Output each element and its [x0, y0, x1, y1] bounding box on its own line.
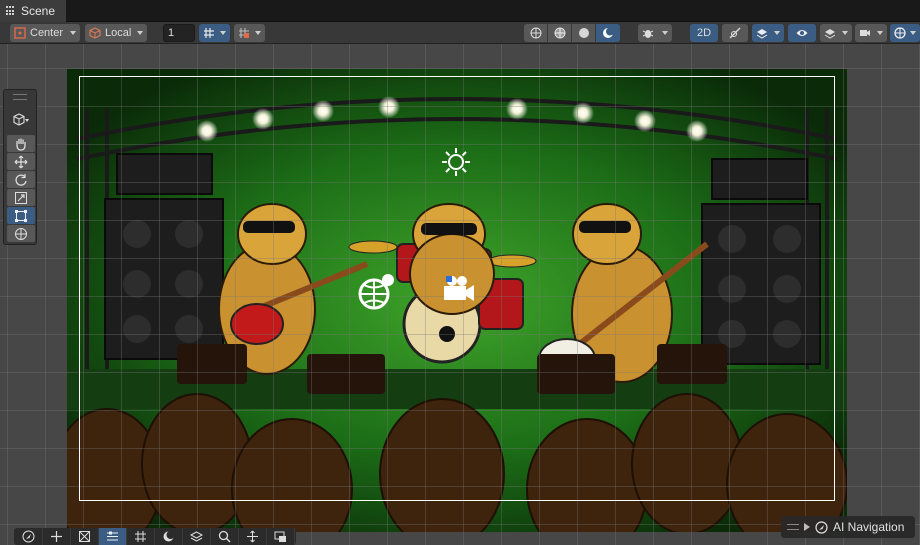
cube-icon — [13, 113, 29, 126]
shaded-wireframe-icon — [554, 27, 565, 39]
increment-snap-icon — [239, 28, 249, 38]
gizmos-icon — [894, 27, 906, 39]
layers-icon — [824, 29, 836, 39]
bottom-search-button[interactable] — [211, 528, 239, 545]
eye-icon — [796, 30, 808, 36]
navmesh-tool-button[interactable] — [15, 528, 43, 545]
move-icon — [14, 155, 28, 168]
obstacle-tool-button[interactable] — [71, 528, 99, 545]
navmesh-icon — [22, 530, 35, 543]
search-icon — [218, 530, 231, 543]
move-tool-button[interactable] — [7, 153, 35, 170]
chevron-down-icon — [70, 31, 76, 35]
light-toggle-icon — [729, 27, 741, 39]
camera-preview-icon — [274, 531, 286, 542]
camera-gizmo-icon[interactable] — [440, 272, 476, 304]
navmesh-icon — [815, 520, 828, 534]
shaded-button[interactable] — [572, 24, 596, 42]
shading-mode-group — [524, 24, 620, 42]
light-gizmo-icon[interactable] — [440, 146, 472, 178]
transform-tool-button[interactable] — [7, 225, 35, 242]
lit-button[interactable] — [596, 24, 620, 42]
pivot-mode-label: Center — [30, 27, 64, 39]
debug-draw-dropdown[interactable] — [638, 24, 672, 42]
view-options-dropdown[interactable] — [7, 112, 35, 128]
pivot-space-dropdown[interactable]: Local — [85, 24, 147, 42]
effects-dropdown[interactable] — [752, 24, 784, 42]
bottom-move-button[interactable] — [43, 528, 71, 545]
pivot-space-label: Local — [105, 27, 132, 39]
hand-icon — [16, 138, 26, 151]
lighting-toggle[interactable] — [722, 24, 748, 42]
ai-navigation-overlay[interactable]: AI Navigation — [781, 516, 915, 538]
bottom-layers-button[interactable] — [183, 528, 211, 545]
navigation-overlay-toolbar — [14, 528, 296, 545]
transform-icon — [15, 227, 27, 240]
gizmos-dropdown[interactable] — [890, 24, 920, 42]
palette-drag-handle[interactable] — [13, 94, 27, 100]
tab-scene[interactable]: Scene — [0, 0, 66, 22]
bottom-lit-button[interactable] — [155, 528, 183, 545]
bug-icon — [642, 30, 654, 38]
grid-size-field[interactable]: 1 — [163, 24, 195, 42]
surface-tool-button[interactable] — [99, 528, 127, 545]
lit-icon — [603, 27, 614, 38]
rotate-tool-button[interactable] — [7, 171, 35, 188]
mode-2d-toggle[interactable]: 2D — [690, 24, 718, 42]
wireframe-icon — [530, 27, 541, 39]
shaded-wireframe-button[interactable] — [548, 24, 572, 42]
move-icon — [247, 530, 258, 543]
drag-handle-icon — [787, 524, 799, 530]
wireframe-button[interactable] — [524, 24, 548, 42]
chevron-down-icon — [774, 31, 780, 35]
chevron-down-icon — [842, 31, 848, 35]
chevron-down-icon — [877, 31, 883, 35]
chevron-down-icon — [910, 31, 916, 35]
navmesh-gizmo-icon[interactable] — [356, 272, 396, 312]
grid-icon — [6, 6, 16, 16]
window-tab-bar: Scene — [0, 0, 920, 22]
scene-viewport[interactable]: AI Navigation — [0, 44, 920, 545]
ai-navigation-label: AI Navigation — [833, 520, 905, 534]
scene-visibility-toggle[interactable] — [788, 24, 816, 42]
expand-arrow-icon — [804, 523, 810, 531]
grid-tool-button[interactable] — [127, 528, 155, 545]
grid-size-value: 1 — [168, 27, 175, 39]
camera-preview-button[interactable] — [267, 528, 295, 545]
cube-local-icon — [89, 27, 101, 39]
layers-icon — [190, 531, 203, 542]
surface-icon — [107, 531, 118, 541]
camera-icon — [860, 30, 870, 36]
shaded-icon — [578, 28, 589, 38]
increment-snap-toggle[interactable] — [234, 24, 265, 42]
tab-scene-label: Scene — [21, 4, 56, 18]
chevron-down-icon — [137, 31, 143, 35]
chevron-down-icon — [662, 31, 668, 35]
grid-icon — [135, 531, 146, 542]
bottom-pan-button[interactable] — [239, 528, 267, 545]
pivot-mode-dropdown[interactable]: Center — [10, 24, 80, 42]
grid-snap-icon — [204, 28, 214, 38]
chevron-down-icon — [220, 31, 226, 35]
rect-tool-button[interactable] — [7, 207, 35, 224]
pivot-center-icon — [14, 27, 26, 39]
lit-icon — [163, 531, 175, 542]
mode-2d-label: 2D — [696, 27, 712, 39]
scale-icon — [15, 191, 27, 204]
grid-snap-toggle[interactable] — [199, 24, 230, 42]
chevron-down-icon — [255, 31, 261, 35]
camera-settings-dropdown[interactable] — [855, 24, 887, 42]
rect-icon — [15, 209, 27, 222]
scene-toolbar: Center Local 1 2D — [0, 22, 920, 44]
scale-tool-button[interactable] — [7, 189, 35, 206]
move-icon — [51, 531, 62, 542]
rotate-icon — [15, 173, 27, 186]
effects-icon — [756, 29, 768, 39]
obstacle-icon — [79, 531, 90, 542]
hand-tool-button[interactable] — [7, 135, 35, 152]
tool-palette — [3, 89, 37, 245]
layers-dropdown[interactable] — [820, 24, 852, 42]
